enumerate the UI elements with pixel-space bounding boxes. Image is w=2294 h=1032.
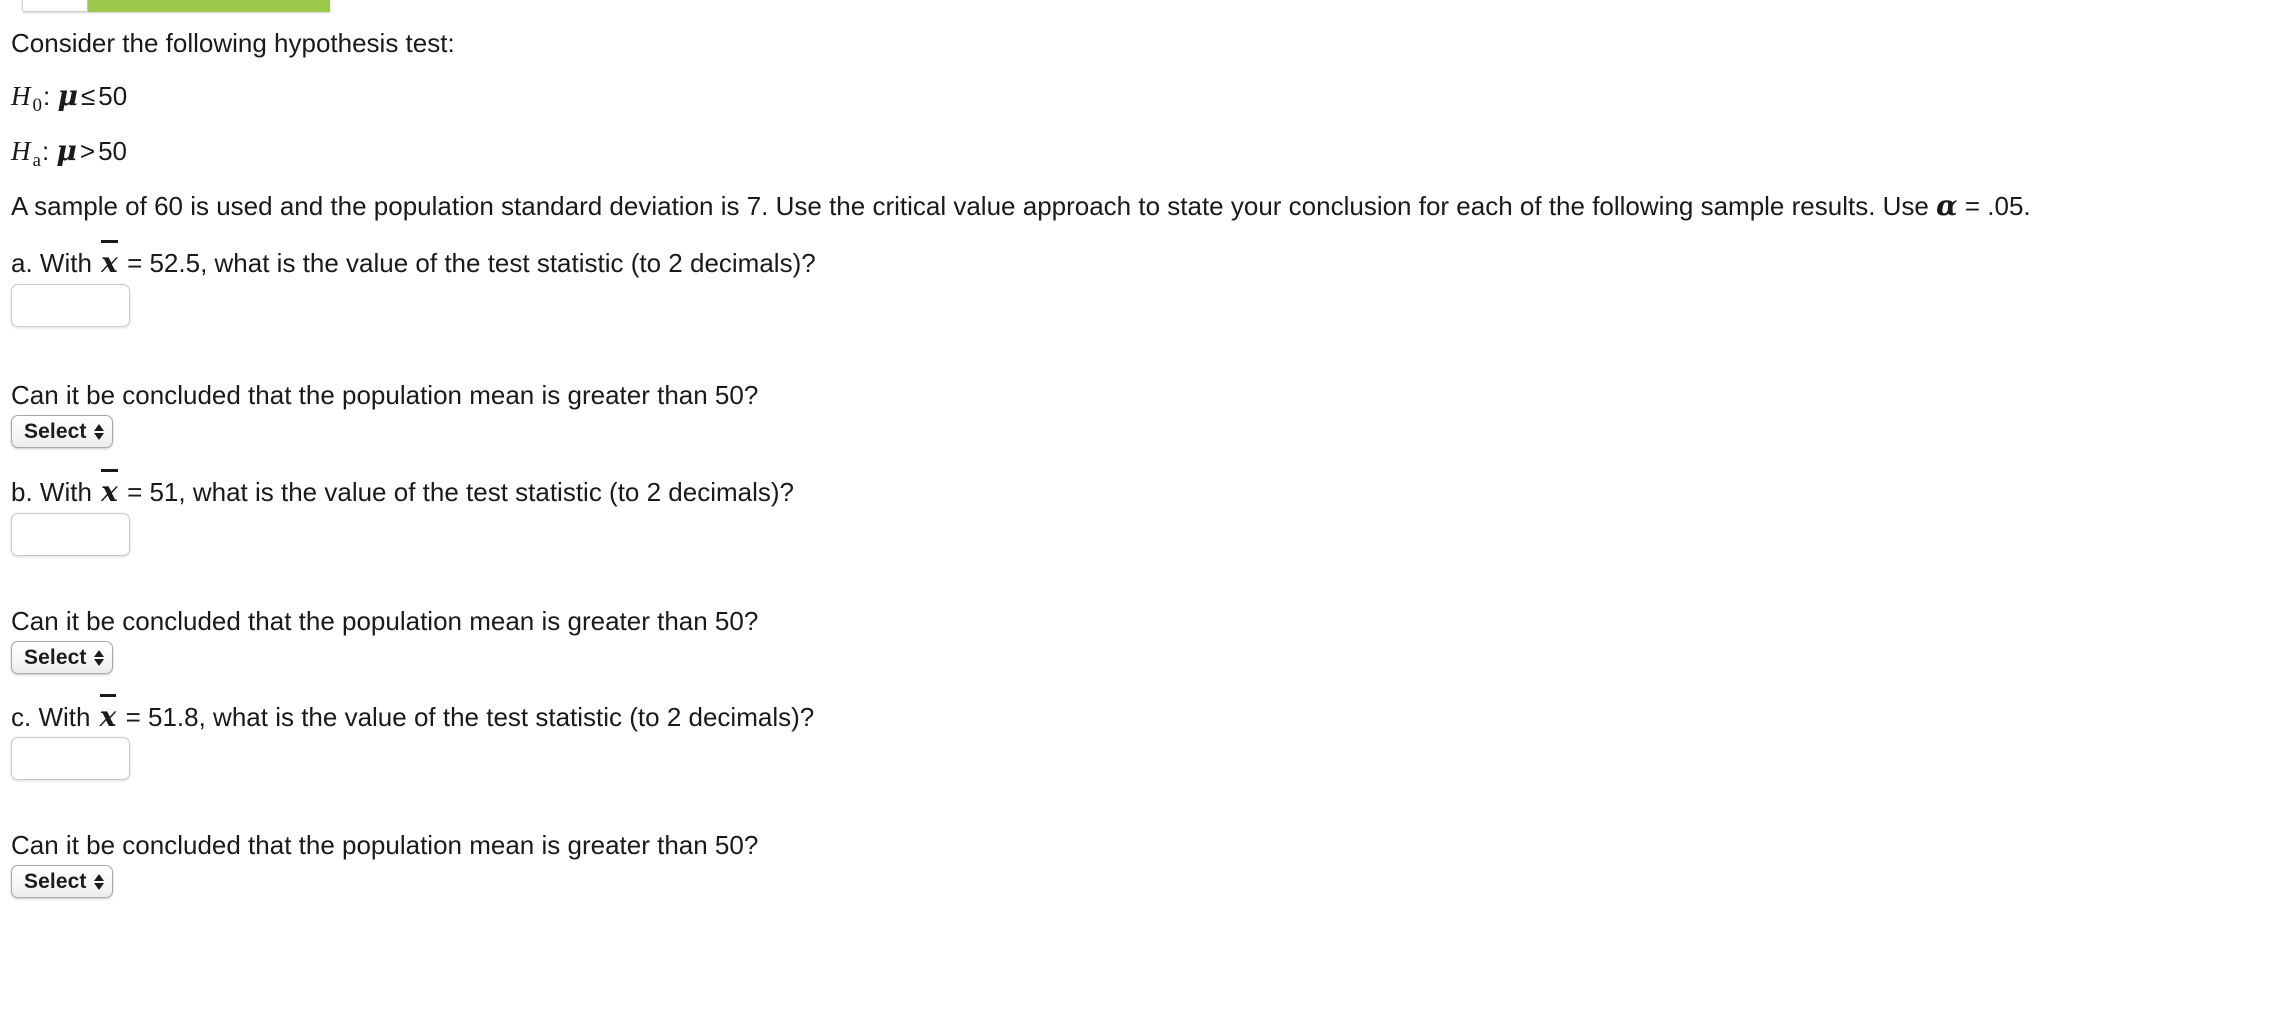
part-a-conclusion-select[interactable]: Select [11,415,114,448]
null-hypothesis: H 0: μ ≤50 [0,79,128,117]
chevron-updown-icon [94,873,105,890]
problem-setup-prefix: A sample of 60 is used and the populatio… [11,191,1937,221]
alt-hypothesis-value: 50 [98,136,128,166]
problem-setup-text: A sample of 60 is used and the populatio… [0,192,2031,220]
progress-segment-white [22,0,88,12]
alt-hypothesis-symbol: H [11,136,31,166]
part-b-middle: = 51, what is the value of the test stat… [119,477,795,507]
alt-hypothesis-colon: : [41,136,50,166]
part-c-select-wrapper: Select [11,865,114,898]
overbar [99,694,117,697]
top-progress-strip [0,0,500,12]
part-b-answer-input[interactable] [11,513,130,556]
part-b-conclusion-select[interactable]: Select [11,641,114,674]
part-a-prefix: a. With [11,248,100,278]
part-a-conclusion-prompt: Can it be concluded that the population … [11,380,759,410]
part-c-select-label: Select [24,869,87,893]
part-a-select-wrapper: Select [11,415,114,448]
part-a-question: a. With x = 52.5, what is the value of t… [0,240,816,279]
x-bar-symbol: x [99,469,120,508]
chevron-down-icon [94,658,105,666]
alt-hypothesis-relation: > [79,136,96,166]
part-c-conclusion-select[interactable]: Select [11,865,114,898]
part-a-middle: = 52.5, what is the value of the test st… [119,248,816,278]
question-intro: Consider the following hypothesis test: [11,28,455,58]
part-a-answer-wrapper [11,284,130,327]
part-b-prefix: b. With [11,477,100,507]
x-bar-symbol: x [98,694,119,733]
alt-hypothesis-parameter: μ [56,134,77,167]
part-c-answer-wrapper [11,737,130,780]
chevron-updown-icon [94,423,105,440]
overbar [101,469,118,472]
chevron-down-icon [94,432,105,440]
problem-setup-suffix: = .05. [1957,191,2031,221]
null-hypothesis-value: 50 [98,81,128,111]
part-c-prefix: c. With [11,702,98,732]
chevron-up-icon [94,423,105,431]
part-c-middle: = 51.8, what is the value of the test st… [118,702,815,732]
chevron-up-icon [94,873,105,881]
x-glyph: x [101,246,118,279]
alternative-hypothesis: Ha: μ >50 [0,134,128,172]
overbar [101,240,118,243]
part-b-conclusion-prompt: Can it be concluded that the population … [11,606,759,636]
part-c-answer-input[interactable] [11,737,130,780]
part-b-select-wrapper: Select [11,641,114,674]
null-hypothesis-colon: : [43,81,51,111]
part-c-conclusion-prompt: Can it be concluded that the population … [11,830,759,860]
x-glyph: x [99,700,117,733]
chevron-updown-icon [94,649,105,666]
null-hypothesis-symbol: H [11,81,31,111]
chevron-up-icon [94,649,105,657]
x-glyph: x [101,475,118,508]
null-hypothesis-subscript: 0 [32,95,43,117]
part-b-answer-wrapper [11,513,130,556]
alt-hypothesis-subscript: a [32,150,41,172]
part-a-select-label: Select [24,419,87,443]
significance-level-symbol: α [1936,189,1958,222]
x-bar-symbol: x [99,240,120,279]
chevron-down-icon [94,882,105,890]
progress-segment-green [88,0,330,12]
part-a-answer-input[interactable] [11,284,130,327]
part-b-select-label: Select [24,645,87,669]
part-b-question: b. With x = 51, what is the value of the… [0,469,795,508]
part-c-question: c. With x = 51.8, what is the value of t… [0,694,815,733]
null-hypothesis-relation: ≤ [80,81,96,111]
null-hypothesis-parameter: μ [57,79,78,112]
